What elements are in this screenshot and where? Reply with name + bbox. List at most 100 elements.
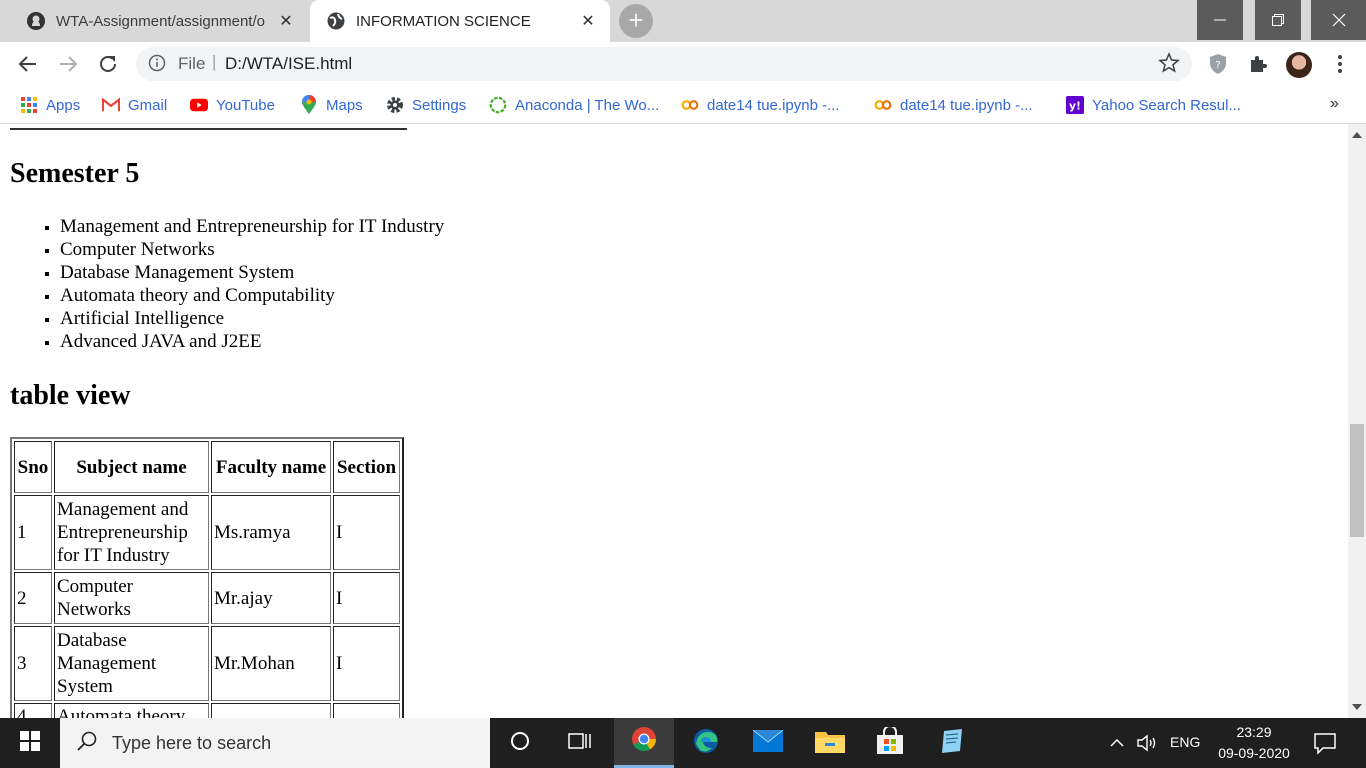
reload-icon[interactable] [96,52,120,76]
bookmark-maps[interactable]: Maps [300,94,363,116]
semester-heading: Semester 5 [10,158,140,189]
table-cell: 3 [14,626,52,701]
forward-arrow-icon[interactable] [56,52,80,76]
list-item: Database Management System [60,261,444,284]
scroll-up-arrow-icon[interactable] [1352,132,1362,138]
taskbar-edge[interactable] [678,718,734,768]
menu-kebab-icon[interactable] [1328,52,1352,76]
maps-icon [300,95,318,114]
volume-icon[interactable] [1136,733,1160,758]
taskbar-search-box[interactable]: Type here to search [60,718,490,768]
tab-title: WTA-Assignment/assignment/o [56,12,265,30]
subject-table: Sno Subject name Faculty name Section 1 … [10,437,404,718]
anaconda-icon [489,96,507,114]
apps-grid-icon [20,96,38,114]
chrome-icon [631,726,657,757]
gear-icon [386,96,404,114]
search-icon [76,730,98,757]
restore-button[interactable] [1255,0,1301,40]
cortana-button[interactable] [492,718,548,768]
bookmark-apps[interactable]: Apps [20,94,80,116]
bookmark-star-icon[interactable] [1158,52,1180,79]
clock-date: 09-09-2020 [1218,745,1290,761]
input-language[interactable]: ENG [1170,734,1200,750]
store-bag-icon [876,724,904,760]
table-cell: Management and Entrepreneurship for IT I… [54,495,209,570]
extensions-puzzle-icon[interactable] [1246,52,1270,76]
back-arrow-icon[interactable] [16,52,40,76]
yahoo-icon: y! [1066,96,1084,114]
task-view-button[interactable] [552,718,608,768]
close-tab-icon[interactable]: ✕ [578,11,598,31]
taskbar-store[interactable] [862,718,918,768]
bookmark-yahoo[interactable]: y! Yahoo Search Resul... [1066,94,1241,116]
taskbar-notepad-app[interactable] [924,718,980,768]
table-cell: 1 [14,495,52,570]
close-tab-icon[interactable]: ✕ [276,11,296,31]
bookmark-label: Settings [412,96,467,114]
start-button[interactable] [0,718,60,768]
bookmark-colab-1[interactable]: date14 tue.ipynb -... [681,94,840,116]
svg-text:y!: y! [1069,100,1081,113]
profile-avatar[interactable] [1286,52,1312,78]
taskbar-chrome[interactable] [614,718,674,768]
bookmark-label: date14 tue.ipynb -... [900,96,1033,114]
new-tab-button[interactable]: + [619,4,653,38]
bookmarks-overflow-chevron[interactable]: » [1330,95,1339,113]
minimize-button[interactable] [1197,0,1243,40]
table-cell: 2 [14,572,52,624]
colab-icon [681,96,699,114]
table-cell: Mr.Mohan [211,626,331,701]
shield-extension-icon[interactable]: ? [1206,52,1230,76]
scrollbar-thumb[interactable] [1350,424,1364,537]
table-cell: Automata theory [54,703,209,718]
bookmark-label: Gmail [128,96,168,114]
vertical-scrollbar[interactable] [1348,124,1366,718]
url-separator: | [212,52,217,71]
header-sno: Sno [14,441,52,493]
address-bar[interactable]: File | D:/WTA/ISE.html [136,47,1192,81]
tab-information-science[interactable]: INFORMATION SCIENCE ✕ [310,0,610,42]
table-cell: Database Management System [54,626,209,701]
bookmark-label: Anaconda | The Wo... [515,96,660,114]
bookmark-gmail[interactable]: Gmail [102,94,167,116]
bookmark-settings[interactable]: Settings [386,94,466,116]
bookmark-youtube[interactable]: YouTube [190,94,275,116]
info-icon[interactable] [148,54,166,77]
table-header-row: Sno Subject name Faculty name Section [14,441,400,493]
taskbar-mail[interactable] [740,718,796,768]
bookmark-label: Maps [326,96,363,114]
list-item: Artificial Intelligence [60,307,444,330]
svg-text:?: ? [1215,60,1220,71]
system-clock[interactable]: 23:29 09-09-2020 [1214,722,1294,764]
bookmark-colab-2[interactable]: date14 tue.ipynb -... [874,94,1033,116]
table-heading: table view [10,380,131,411]
table-row: 4 Automata theory [14,703,400,718]
taskbar-file-explorer[interactable] [802,718,858,768]
header-section: Section [333,441,400,493]
bookmark-anaconda[interactable]: Anaconda | The Wo... [489,94,659,116]
cortana-circle-icon [509,730,531,757]
tab-github[interactable]: WTA-Assignment/assignment/o ✕ [10,0,308,42]
bookmark-label: date14 tue.ipynb -... [707,96,840,114]
scroll-down-arrow-icon[interactable] [1352,704,1362,710]
tray-chevron-up-icon[interactable] [1108,734,1126,757]
table-cell: Ms.ramya [211,495,331,570]
search-placeholder: Type here to search [112,732,272,753]
table-cell: Computer Networks [54,572,209,624]
close-window-button[interactable] [1311,0,1366,40]
github-icon [26,11,46,31]
youtube-icon [190,96,208,114]
folder-icon [815,729,845,758]
windows-logo-icon [20,730,40,756]
horizontal-rule [10,128,407,130]
url-text[interactable]: D:/WTA/ISE.html [225,54,352,74]
bookmark-label: Yahoo Search Resul... [1092,96,1241,114]
bookmark-label: YouTube [216,96,275,114]
browser-toolbar: File | D:/WTA/ISE.html ? [0,42,1366,86]
header-faculty-name: Faculty name [211,441,331,493]
notification-center-icon[interactable] [1313,731,1337,760]
clock-time: 23:29 [1236,724,1272,740]
task-view-icon [568,731,592,756]
list-item: Management and Entrepreneurship for IT I… [60,215,444,238]
